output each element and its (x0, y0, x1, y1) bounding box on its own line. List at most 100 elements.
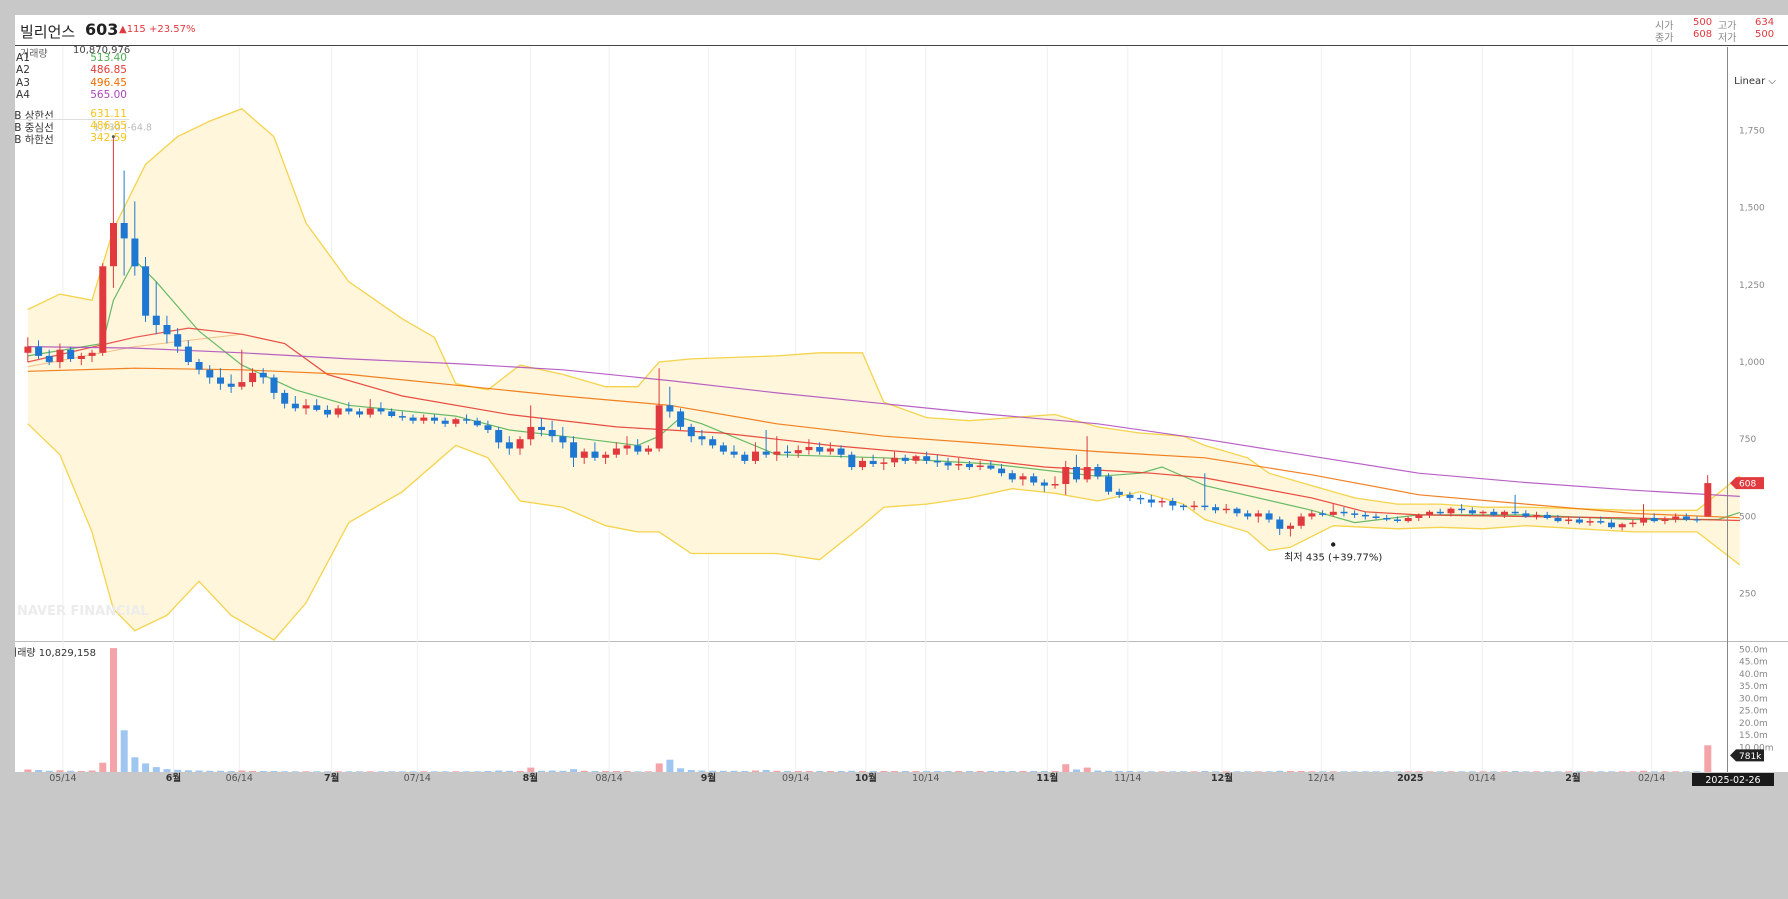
candle-body (623, 445, 631, 449)
volume-bar (570, 769, 578, 772)
volume-bar (1426, 771, 1434, 772)
date-tick-label: 7월 (324, 772, 339, 784)
price-tick-label: 1,500 (1739, 204, 1765, 214)
date-tick-label: 06/14 (226, 773, 253, 784)
volume-bar (388, 771, 396, 772)
candle-body (473, 420, 481, 426)
volume-bar (1501, 771, 1508, 772)
date-tick-label: 2월 (1565, 772, 1580, 784)
candle-body (794, 450, 802, 454)
candle-body (1618, 524, 1626, 528)
volume-bar (1351, 771, 1359, 772)
price-tick-label: 1,000 (1739, 358, 1765, 368)
volume-bar (1554, 771, 1562, 772)
volume-bar (1543, 771, 1551, 772)
candle-body (152, 315, 160, 325)
volume-tick-label: 25.0m (1739, 707, 1768, 717)
candle-body (548, 430, 556, 437)
volume-bar (826, 771, 834, 772)
volume-bar (1083, 767, 1091, 772)
candle-body (944, 462, 952, 466)
volume-bar (1468, 771, 1476, 772)
candle-body (773, 451, 781, 455)
candle-body (1351, 513, 1359, 515)
volume-bar (174, 769, 182, 772)
volume-bar (99, 762, 107, 772)
candle-body (431, 417, 438, 421)
candle-body (1276, 519, 1284, 529)
last-volume-tag-label: 781k (1739, 752, 1762, 762)
candle-body (1340, 511, 1348, 514)
volume-bar (259, 771, 267, 772)
volume-bar (291, 771, 299, 772)
volume-bar (1169, 771, 1177, 772)
candle-body (345, 408, 353, 412)
legend-label: MA4 (15, 89, 30, 102)
candle-body (67, 349, 75, 359)
volume-bar (110, 648, 117, 772)
volume-tick-label: 50.0m (1739, 645, 1768, 655)
candle-body (741, 454, 749, 461)
volume-bar (1458, 771, 1466, 772)
volume-bar (612, 771, 620, 772)
volume-tick-label: 40.0m (1739, 670, 1768, 680)
volume-bar (1287, 771, 1294, 772)
candle-body (1650, 518, 1658, 522)
candle-body (409, 417, 417, 421)
candle-body (677, 411, 685, 427)
candle-body (859, 460, 866, 468)
candle-body (505, 442, 513, 449)
volume-bar (687, 770, 695, 772)
volume-bar (976, 771, 984, 772)
candle-body (1147, 499, 1155, 503)
volume-bar (859, 771, 866, 772)
volume-bar (773, 770, 781, 772)
volume-bar (548, 770, 556, 772)
volume-bar (1265, 771, 1273, 772)
price-tick-label: 750 (1739, 435, 1756, 445)
volume-bar (302, 771, 310, 772)
date-tick-label: 11월 (1036, 772, 1058, 784)
price-tick-label: 500 (1739, 513, 1756, 523)
volume-bar (142, 763, 150, 772)
candle-body (1682, 516, 1690, 520)
candle-body (784, 451, 792, 454)
candle-body (302, 405, 310, 409)
volume-bar (998, 771, 1006, 772)
candle-body (1244, 513, 1252, 517)
candle-body (955, 464, 963, 466)
candle-body (495, 430, 503, 443)
volume-bar (1212, 771, 1220, 772)
volume-bar (1137, 771, 1145, 772)
candle-body (227, 383, 235, 387)
volume-bar (452, 771, 460, 772)
candle-body (1115, 491, 1123, 495)
candle-body (1287, 525, 1294, 529)
volume-bar (1372, 771, 1380, 772)
volume-bar (1008, 771, 1016, 772)
volume-bar (120, 730, 128, 772)
date-tick-label: 8월 (523, 772, 538, 784)
candle-body (1383, 518, 1391, 520)
scale-mode-dropdown[interactable]: Linear ⌵ (1734, 76, 1776, 87)
candle-body (912, 456, 920, 461)
volume-bar (131, 757, 139, 772)
date-tick-label: 02/14 (1638, 773, 1665, 784)
candle-body (88, 352, 96, 356)
candle-body (1083, 467, 1091, 480)
candle-body (1062, 467, 1070, 484)
volume-bar (1329, 771, 1337, 772)
candle-body (1597, 521, 1605, 523)
volume-bar (837, 771, 845, 772)
candle-body (826, 448, 834, 452)
candle-body (805, 447, 813, 451)
volume-bar (334, 771, 342, 772)
candle-body (1661, 519, 1669, 521)
volume-bar (431, 771, 438, 772)
volume-bar (741, 771, 749, 772)
candle-body (1458, 508, 1466, 511)
candle-body (1468, 510, 1476, 514)
price-tick-label: 1,250 (1739, 281, 1765, 291)
candle-body (730, 451, 738, 455)
price-chart[interactable]: 2505007501,0001,2501,5001,75010.00m15.0m… (15, 15, 1788, 884)
